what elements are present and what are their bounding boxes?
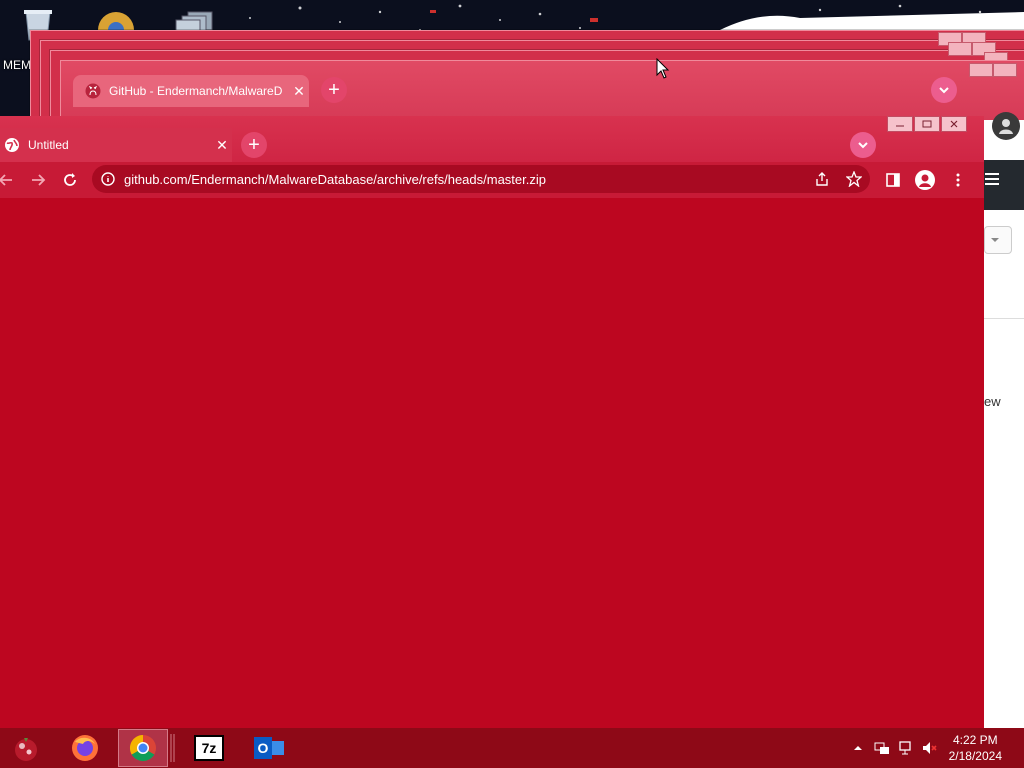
page-content: [0, 198, 984, 728]
browser-toolbar: [0, 162, 984, 198]
reload-icon: [64, 173, 76, 186]
desktop-icon-label: MEM: [3, 58, 31, 72]
outlook-icon: O: [254, 735, 284, 761]
hamburger-menu-icon[interactable]: [982, 166, 1002, 192]
taskbar-separator: [170, 729, 176, 767]
taskbar: 7z O 4:22 PM 2/18/2024: [0, 728, 1024, 768]
tab-search-button[interactable]: [931, 77, 957, 103]
tab-title: GitHub - Endermanch/MalwareD: [109, 84, 283, 98]
background-page-strip: [984, 120, 1024, 730]
minimize-icon[interactable]: [887, 116, 913, 132]
divider: [984, 318, 1024, 319]
profile-avatar-icon[interactable]: [915, 170, 935, 190]
tab-search-button[interactable]: [850, 132, 876, 158]
taskbar-7zip[interactable]: 7z: [180, 729, 238, 767]
share-icon[interactable]: [806, 171, 838, 187]
tab-github[interactable]: GitHub - Endermanch/MalwareD ✕: [73, 75, 309, 107]
new-tab-button[interactable]: +: [241, 132, 267, 158]
7zip-icon: 7z: [194, 735, 224, 761]
arrow-left-icon: [0, 174, 12, 186]
clock-time: 4:22 PM: [952, 733, 998, 747]
globe-icon: [5, 138, 19, 152]
chevron-down-icon: [858, 142, 868, 149]
site-info-icon[interactable]: [92, 172, 124, 186]
outlook-icon-label: O: [254, 737, 272, 759]
background-browser-window: GitHub - Endermanch/MalwareD ✕ +: [60, 60, 1024, 122]
maximize-icon[interactable]: [914, 116, 940, 132]
tab-title: Untitled: [28, 138, 69, 152]
tab-untitled[interactable]: Untitled ✕: [0, 128, 232, 162]
start-button[interactable]: [6, 729, 46, 767]
minimize-icon[interactable]: [948, 42, 972, 56]
page-text-fragment: ew: [984, 394, 1001, 409]
show-hidden-icons-icon[interactable]: [850, 740, 866, 756]
forward-button[interactable]: [28, 170, 48, 190]
chevron-down-icon: [939, 87, 949, 94]
clock-date: 2/18/2024: [948, 749, 1002, 763]
close-tab-icon[interactable]: ✕: [212, 137, 232, 154]
more-menu-icon[interactable]: [948, 170, 968, 190]
dropdown-select[interactable]: [984, 226, 1012, 254]
address-bar[interactable]: [92, 165, 870, 193]
start-orb-icon: [15, 738, 37, 761]
device-icon[interactable]: [898, 740, 914, 756]
url-input[interactable]: [124, 171, 806, 187]
title-bar: Untitled ✕ +: [0, 116, 984, 162]
taskbar-firefox[interactable]: [58, 729, 112, 767]
mouse-cursor-icon: [656, 58, 670, 79]
maximize-icon[interactable]: [993, 63, 1017, 77]
close-tab-icon[interactable]: ✕: [289, 83, 309, 100]
system-clock[interactable]: 4:22 PM 2/18/2024: [949, 732, 1002, 764]
browser-window: Untitled ✕ +: [0, 116, 984, 728]
taskbar-chrome[interactable]: [118, 729, 168, 767]
minimize-icon[interactable]: [969, 63, 993, 77]
network-icon[interactable]: [874, 740, 890, 756]
back-button[interactable]: [0, 170, 16, 190]
window-controls: [886, 116, 984, 132]
side-panel-icon[interactable]: [883, 170, 903, 190]
new-tab-button[interactable]: +: [321, 77, 347, 103]
profile-avatar-icon[interactable]: [992, 112, 1020, 140]
firefox-icon: [72, 735, 98, 761]
taskbar-outlook[interactable]: O: [242, 729, 296, 767]
close-window-icon[interactable]: [941, 116, 967, 132]
7zip-icon-label: 7z: [201, 740, 217, 756]
volume-muted-icon[interactable]: [922, 740, 938, 756]
chevron-down-icon: [991, 238, 999, 242]
bookmark-star-icon[interactable]: [838, 171, 870, 187]
reload-button[interactable]: [60, 170, 80, 190]
arrow-right-icon: [32, 174, 46, 186]
github-icon: [85, 83, 101, 99]
chrome-icon: [129, 734, 156, 762]
